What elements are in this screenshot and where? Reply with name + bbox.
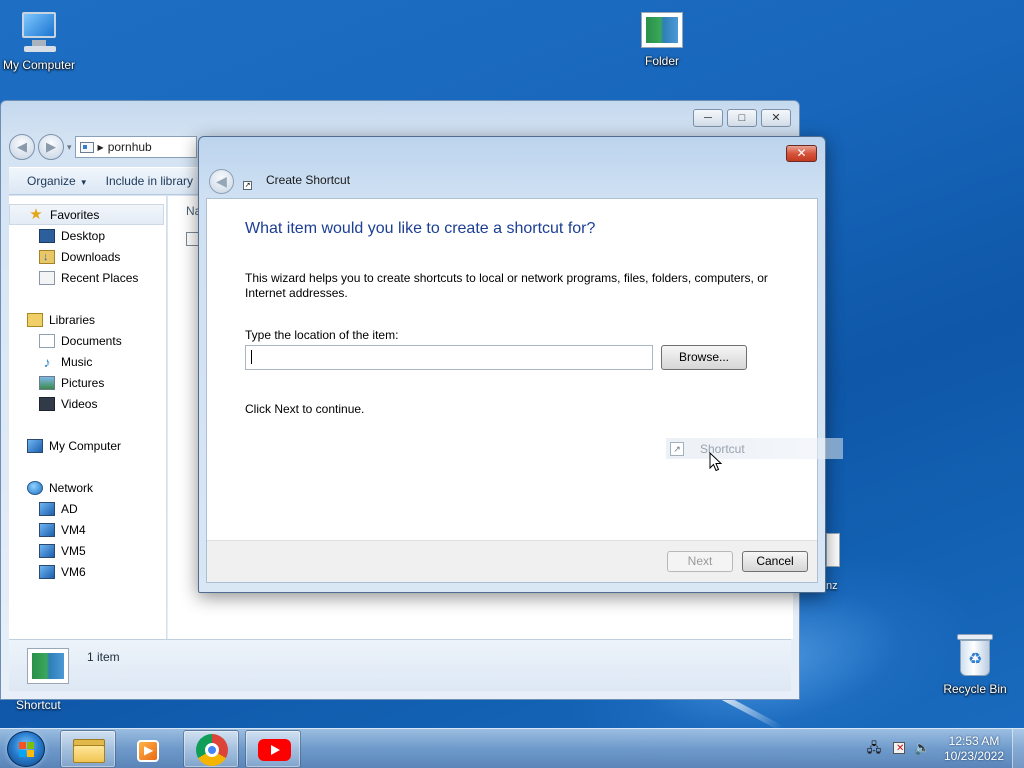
desktop-icon-label: Recycle Bin <box>943 682 1007 696</box>
recycle-bin-icon <box>955 632 995 678</box>
clock[interactable]: 12:53 AM 10/23/2022 <box>938 734 1010 764</box>
folder-thumbnail-icon <box>27 648 69 684</box>
desktop-icon-my-computer[interactable]: My Computer <box>0 10 84 72</box>
downloads-icon <box>39 249 55 264</box>
desktop-file-icon-partial[interactable] <box>826 533 840 567</box>
taskbar: 🖧 🔈 12:53 AM 10/23/2022 <box>0 728 1024 768</box>
taskbar-youtube-button[interactable] <box>245 730 301 768</box>
forward-button[interactable]: ▶ <box>38 134 64 160</box>
wizard-back-button[interactable]: ◀ <box>209 169 234 194</box>
nav-music[interactable]: ♪ Music <box>9 351 166 372</box>
nav-recent-places[interactable]: Recent Places <box>9 267 166 288</box>
details-pane: 1 item <box>9 639 791 691</box>
videos-icon <box>39 396 55 411</box>
nav-network-ad[interactable]: AD <box>9 498 166 519</box>
show-desktop-button[interactable] <box>1012 729 1024 768</box>
system-tray: 🖧 🔈 <box>866 740 930 756</box>
shortcut-icon: ↗ <box>670 441 684 456</box>
network-icon[interactable]: 🖧 <box>866 740 882 756</box>
computer-icon <box>16 10 62 54</box>
computer-icon <box>39 564 55 579</box>
wizard-body: What item would you like to create a sho… <box>206 198 818 583</box>
nav-favorites[interactable]: ★ Favorites <box>9 204 164 225</box>
nav-network-vm6[interactable]: VM6 <box>9 561 166 582</box>
desktop-icon <box>39 228 55 243</box>
nav-my-computer[interactable]: My Computer <box>9 435 166 456</box>
start-button[interactable] <box>7 731 45 767</box>
nav-network-vm4[interactable]: VM4 <box>9 519 166 540</box>
breadcrumb-arrow-icon[interactable]: ▶ <box>98 143 104 152</box>
minimize-button[interactable]: ─ <box>693 109 723 127</box>
media-player-icon <box>137 740 159 762</box>
computer-icon <box>39 501 55 516</box>
recent-pages-dropdown[interactable]: ▾ <box>67 142 72 153</box>
desktop-icon-recycle-bin[interactable]: Recycle Bin <box>930 632 1020 696</box>
close-button[interactable]: ✕ <box>761 109 791 127</box>
desktop-icon-folder[interactable]: Folder <box>617 12 707 68</box>
address-bar[interactable]: ▶ pornhub <box>74 136 197 158</box>
desktop-shortcut-label: Shortcut <box>16 698 61 712</box>
desktop-icon-label: Folder <box>644 54 679 68</box>
create-shortcut-dialog[interactable]: ✕ ◀ ↗ Create Shortcut What item would yo… <box>198 136 826 593</box>
location-input[interactable] <box>245 345 653 370</box>
youtube-icon <box>258 739 291 761</box>
location-label: Type the location of the item: <box>245 328 399 342</box>
browse-button[interactable]: Browse... <box>661 345 747 370</box>
wizard-description: This wizard helps you to create shortcut… <box>245 271 768 300</box>
music-icon: ♪ <box>43 353 51 370</box>
nav-libraries[interactable]: Libraries <box>9 309 166 330</box>
next-button[interactable]: Next <box>667 551 733 572</box>
nav-desktop[interactable]: Desktop <box>9 225 166 246</box>
desktop-file-label-partial: nz <box>826 580 838 592</box>
nav-documents[interactable]: Documents <box>9 330 166 351</box>
cancel-button[interactable]: Cancel <box>742 551 808 572</box>
nav-videos[interactable]: Videos <box>9 393 166 414</box>
navigation-pane: ★ Favorites Desktop Downloads Recent Pla… <box>9 196 167 639</box>
wizard-title: Create Shortcut <box>266 173 351 187</box>
mouse-cursor-icon <box>709 452 723 472</box>
window-controls: ─ □ ✕ <box>693 109 791 127</box>
computer-icon <box>39 543 55 558</box>
computer-icon <box>39 522 55 537</box>
nav-network-vm5[interactable]: VM5 <box>9 540 166 561</box>
action-center-flag-icon[interactable] <box>890 740 906 756</box>
address-row: ◀ ▶ ▾ ▶ pornhub <box>9 133 199 161</box>
desktop-icon-label: My Computer <box>2 58 76 72</box>
nav-downloads[interactable]: Downloads <box>9 246 166 267</box>
star-icon: ★ <box>29 205 43 223</box>
nav-network[interactable]: Network <box>9 477 166 498</box>
shortcut-icon: ↗ <box>243 181 252 190</box>
organize-menu[interactable]: Organize ▼ <box>27 174 88 188</box>
computer-icon <box>27 438 43 453</box>
text-caret <box>251 350 252 364</box>
libraries-icon <box>27 312 43 327</box>
network-icon <box>27 480 43 495</box>
drag-ghost: ↗ Shortcut <box>666 438 843 459</box>
clock-time: 12:53 AM <box>948 734 1000 748</box>
nav-pictures[interactable]: Pictures <box>9 372 166 393</box>
taskbar-media-player-button[interactable] <box>120 730 176 768</box>
wizard-heading: What item would you like to create a sho… <box>245 220 596 237</box>
recent-places-icon <box>39 270 55 285</box>
maximize-button[interactable]: □ <box>727 109 757 127</box>
wizard-footer: Next Cancel <box>207 540 817 582</box>
documents-icon <box>39 333 55 348</box>
folder-icon <box>79 141 94 153</box>
folder-thumbnail-icon <box>641 12 683 48</box>
item-count: 1 item <box>87 650 120 664</box>
clock-date: 10/23/2022 <box>943 749 1005 763</box>
continue-hint: Click Next to continue. <box>245 402 365 416</box>
back-button[interactable]: ◀ <box>9 134 35 160</box>
taskbar-explorer-button[interactable] <box>60 730 116 768</box>
windows-logo-icon <box>19 742 35 758</box>
include-in-library-menu[interactable]: Include in library <box>106 174 193 188</box>
dialog-close-button[interactable]: ✕ <box>786 145 817 162</box>
taskbar-chrome-button[interactable] <box>183 730 239 768</box>
volume-icon[interactable]: 🔈 <box>914 740 930 756</box>
chevron-down-icon: ▼ <box>79 178 88 187</box>
breadcrumb-folder[interactable]: pornhub <box>108 140 152 154</box>
pictures-icon <box>39 375 55 390</box>
